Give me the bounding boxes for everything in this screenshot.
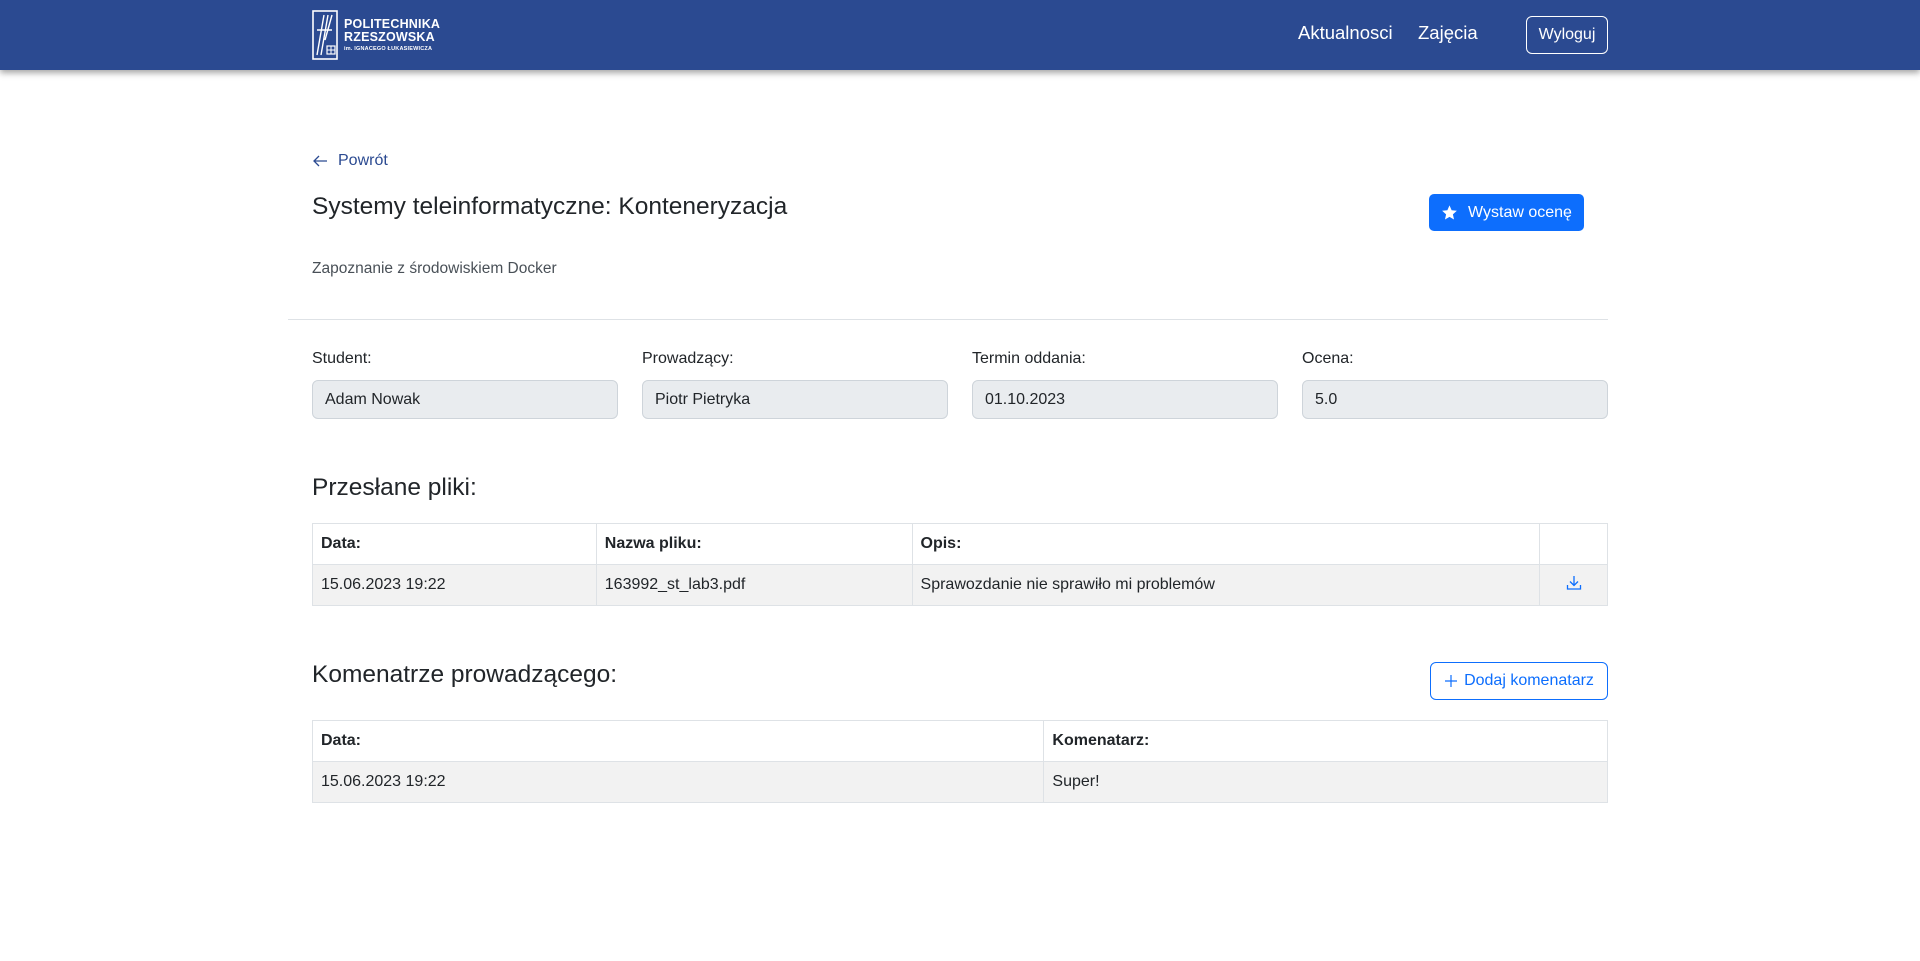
back-link-label: Powrót [338, 152, 388, 169]
table-row: 15.06.2023 19:22 Super! [311, 761, 1608, 803]
add-comment-label: Dodaj komenatarz [1464, 672, 1594, 689]
logo-line-2: RZESZOWSKA [344, 30, 435, 45]
file-date-cell: 15.06.2023 19:22 [312, 564, 597, 606]
top-navbar: POLITECHNIKA RZESZOWSKA im. IGNACEGO ŁUK… [0, 0, 1920, 70]
logo-emblem-icon [312, 10, 338, 60]
grade-button[interactable]: Wystaw ocenę [1429, 194, 1584, 231]
instructor-field[interactable] [642, 380, 948, 419]
comment-text-cell: Super! [1043, 761, 1608, 803]
instructor-label: Prowadzący: [642, 350, 734, 367]
file-action-cell [1539, 564, 1608, 606]
comment-date-cell: 15.06.2023 19:22 [311, 761, 1045, 803]
logo-line-1: POLITECHNIKA [344, 16, 441, 31]
column-header-date: Data: [311, 720, 1045, 762]
grade-label: Ocena: [1302, 350, 1354, 367]
table-row: 15.06.2023 19:22 163992_st_lab3.pdf Spra… [312, 564, 1608, 606]
comments-table: Data: Komenatarz: 15.06.2023 19:22 Super… [311, 720, 1608, 803]
assignment-description: Zapoznanie z środowiskiem Docker [312, 260, 557, 277]
add-comment-button[interactable]: Dodaj komenatarz [1430, 662, 1608, 700]
logo-line-3: im. IGNACEGO ŁUKASIEWICZA [344, 45, 433, 52]
logout-button[interactable]: Wyloguj [1526, 16, 1608, 54]
comments-table-header: Data: Komenatarz: [311, 720, 1608, 762]
university-logo[interactable]: POLITECHNIKA RZESZOWSKA im. IGNACEGO ŁUK… [312, 10, 440, 60]
column-header-actions [1539, 523, 1608, 565]
column-header-comment: Komenatarz: [1043, 720, 1608, 762]
page-title: Systemy teleinformatyczne: Konteneryzacj… [312, 193, 788, 220]
file-description-cell: Sprawozdanie nie sprawiło mi problemów [911, 564, 1541, 606]
files-table: Data: Nazwa pliku: Opis: 15.06.2023 19:2… [312, 523, 1608, 606]
student-label: Student: [312, 350, 372, 367]
grade-button-label: Wystaw ocenę [1468, 203, 1572, 221]
back-link[interactable]: Powrót [312, 150, 388, 172]
files-section-title: Przesłane pliki: [312, 474, 477, 501]
download-icon[interactable] [1565, 574, 1583, 592]
logo-text: POLITECHNIKA RZESZOWSKA im. IGNACEGO ŁUK… [344, 18, 440, 53]
star-icon [1442, 205, 1457, 220]
deadline-label: Termin oddania: [972, 350, 1086, 367]
column-header-date: Data: [312, 523, 597, 565]
plus-icon [1445, 675, 1458, 687]
grade-field[interactable] [1302, 380, 1608, 419]
section-divider [288, 319, 1608, 320]
deadline-field[interactable] [972, 380, 1278, 419]
file-name-cell: 163992_st_lab3.pdf [595, 564, 913, 606]
comments-section-title: Komenatrze prowadzącego: [312, 661, 618, 688]
files-table-header: Data: Nazwa pliku: Opis: [312, 523, 1608, 565]
column-header-description: Opis: [911, 523, 1541, 565]
nav-link-aktualnosci[interactable]: Aktualnosci [1298, 22, 1393, 44]
student-field[interactable] [312, 380, 618, 419]
arrow-left-icon [313, 155, 327, 167]
nav-link-zajecia[interactable]: Zajęcia [1418, 22, 1478, 44]
column-header-filename: Nazwa pliku: [595, 523, 913, 565]
